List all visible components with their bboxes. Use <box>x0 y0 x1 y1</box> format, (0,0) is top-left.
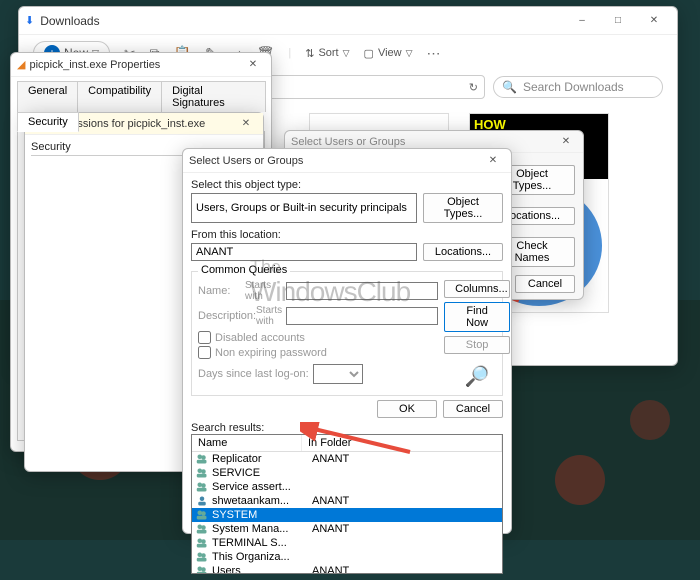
tab-general[interactable]: General <box>17 81 78 112</box>
stop-button: Stop <box>444 336 510 354</box>
sug-back-title: Select Users or Groups <box>291 136 555 148</box>
close-button[interactable]: ✕ <box>235 116 257 132</box>
group-icon <box>196 481 208 493</box>
location-field <box>191 243 417 261</box>
view-icon: ▢ <box>364 47 374 60</box>
result-row[interactable]: This Organiza... <box>192 550 502 564</box>
app-icon: ◢ <box>17 58 25 71</box>
result-name: TERMINAL S... <box>212 537 308 549</box>
result-row[interactable]: Service assert... <box>192 480 502 494</box>
tab-compatibility[interactable]: Compatibility <box>77 81 162 112</box>
desc-op: Starts with <box>256 305 282 327</box>
more-icon[interactable]: ⋯ <box>427 45 441 62</box>
result-name: shwetaankam... <box>212 495 308 507</box>
days-since-label: Days since last log-on: <box>198 368 309 380</box>
locations-button[interactable]: Locations... <box>423 243 503 261</box>
close-button[interactable]: ✕ <box>481 152 505 170</box>
close-button[interactable]: ✕ <box>637 9 671 33</box>
disabled-accounts-label: Disabled accounts <box>215 332 305 344</box>
result-name: System Mana... <box>212 523 308 535</box>
select-users-groups-dialog: Select Users or Groups ✕ Select this obj… <box>182 148 512 534</box>
group-icon <box>196 509 208 521</box>
group-icon <box>196 453 208 465</box>
select-object-type-label: Select this object type: <box>191 179 503 191</box>
group-icon <box>196 551 208 563</box>
result-name: Users <box>212 565 308 574</box>
result-name: Service assert... <box>212 481 308 493</box>
disabled-accounts-checkbox[interactable] <box>198 331 211 344</box>
maximize-button[interactable]: □ <box>601 9 635 33</box>
result-row[interactable]: shwetaankam... ANANT <box>192 494 502 508</box>
result-folder: ANANT <box>312 453 349 465</box>
result-name: Replicator <box>212 453 308 465</box>
results-listbox[interactable]: Name In Folder Replicator ANANT SERVICE Ser… <box>191 434 503 574</box>
common-queries-label: Common Queries <box>198 264 290 276</box>
col-name[interactable]: Name <box>192 435 302 451</box>
group-icon <box>196 467 208 479</box>
result-name: SERVICE <box>212 467 308 479</box>
search-icon: 🔍 <box>502 80 517 94</box>
result-row[interactable]: SERVICE <box>192 466 502 480</box>
result-folder: ANANT <box>312 565 349 574</box>
minimize-button[interactable]: – <box>565 9 599 33</box>
result-folder: ANANT <box>312 495 349 507</box>
non-expiring-checkbox[interactable] <box>198 346 211 359</box>
tab-security[interactable]: Security <box>17 112 79 132</box>
columns-button[interactable]: Columns... <box>444 280 510 298</box>
result-row[interactable]: Replicator ANANT <box>192 452 502 466</box>
name-op: Starts with <box>245 280 282 302</box>
properties-titlebar: ◢ picpick_inst.exe Properties ✕ <box>11 53 271 77</box>
result-name: This Organiza... <box>212 551 308 563</box>
sug-title: Select Users or Groups <box>189 155 481 167</box>
explorer-title: Downloads <box>40 14 565 28</box>
object-type-field <box>191 193 417 223</box>
refresh-icon[interactable]: ↻ <box>469 81 478 94</box>
group-icon <box>196 523 208 535</box>
explorer-titlebar: ⬇ Downloads – □ ✕ <box>19 7 677 35</box>
search-results-label: Search results: <box>191 422 503 434</box>
sort-icon: ⇅ <box>305 47 314 60</box>
result-row[interactable]: SYSTEM <box>192 508 502 522</box>
cancel-button[interactable]: Cancel <box>443 400 503 418</box>
download-icon: ⬇ <box>25 14 34 27</box>
from-location-label: From this location: <box>191 229 503 241</box>
non-expiring-label: Non expiring password <box>215 347 327 359</box>
sug-titlebar: Select Users or Groups ✕ <box>183 149 511 173</box>
result-row[interactable]: System Mana... ANANT <box>192 522 502 536</box>
close-button[interactable]: ✕ <box>241 56 265 74</box>
object-types-button[interactable]: Object Types... <box>423 193 503 223</box>
cancel-button[interactable]: Cancel <box>515 275 575 293</box>
result-row[interactable]: Users ANANT <box>192 564 502 574</box>
search-placeholder: Search Downloads <box>523 80 624 94</box>
name-input[interactable] <box>286 282 438 300</box>
col-folder[interactable]: In Folder <box>302 435 502 451</box>
close-button[interactable]: ✕ <box>555 134 577 150</box>
view-button[interactable]: ▢View▽ <box>364 47 413 60</box>
search-decor-icon: 🔎 <box>465 364 490 389</box>
properties-title: picpick_inst.exe Properties <box>29 59 241 71</box>
days-since-select[interactable] <box>313 364 363 384</box>
group-icon <box>196 537 208 549</box>
name-label: Name: <box>198 285 241 297</box>
group-icon <box>196 565 208 574</box>
result-name: SYSTEM <box>212 509 308 521</box>
tab-digital-signatures[interactable]: Digital Signatures <box>161 81 266 112</box>
results-header: Name In Folder <box>192 435 502 452</box>
sort-button[interactable]: ⇅Sort▽ <box>305 47 349 60</box>
result-folder: ANANT <box>312 523 349 535</box>
person-icon <box>196 495 208 507</box>
find-now-button[interactable]: Find Now <box>444 302 510 332</box>
ok-button[interactable]: OK <box>377 400 437 418</box>
result-row[interactable]: TERMINAL S... <box>192 536 502 550</box>
search-box[interactable]: 🔍 Search Downloads <box>493 76 663 98</box>
desc-input[interactable] <box>286 307 438 325</box>
desc-label: Description: <box>198 310 252 322</box>
